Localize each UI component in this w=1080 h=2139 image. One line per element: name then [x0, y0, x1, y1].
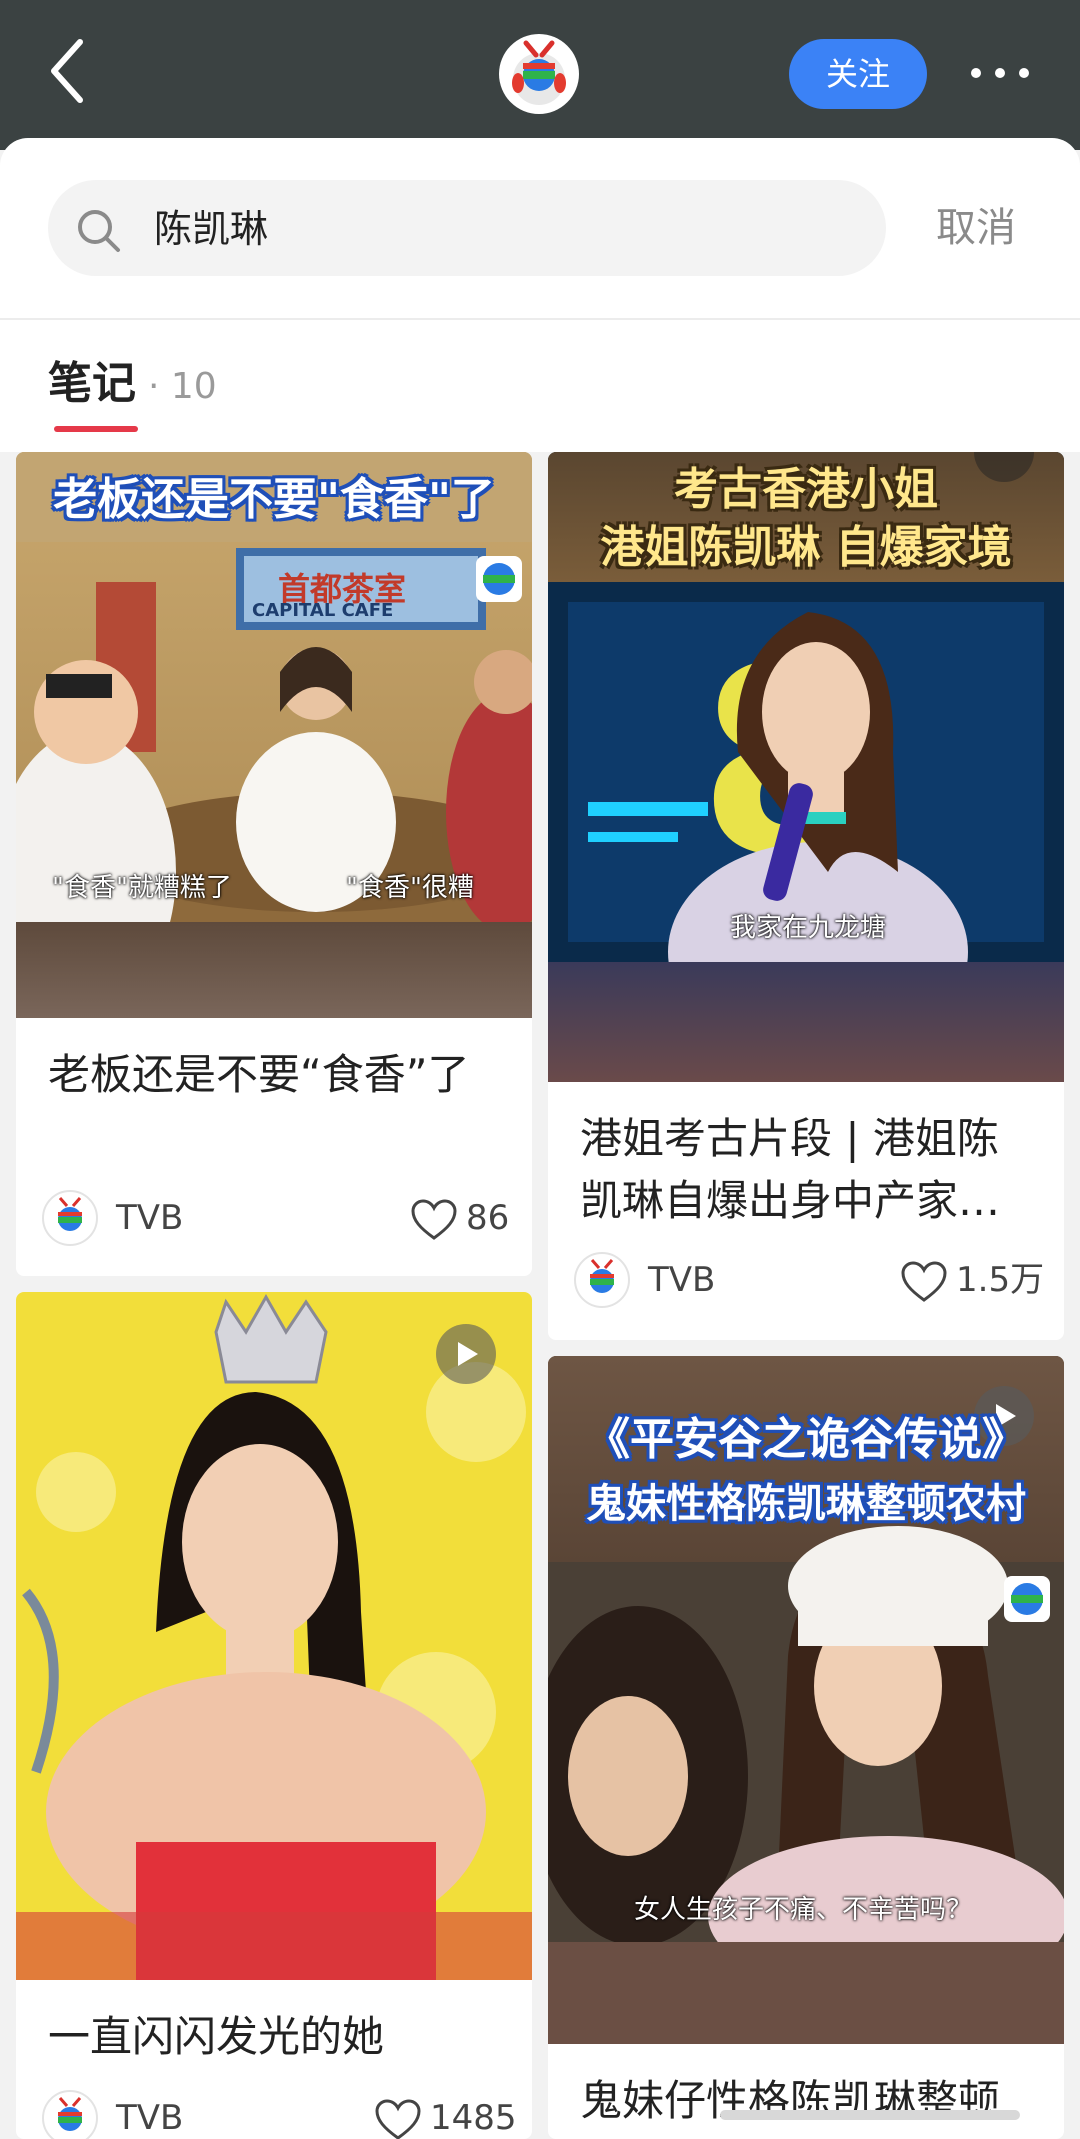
note-title[interactable]: 港姐考古片段 | 港姐陈凯琳自爆出身中产家… [580, 1108, 1040, 1232]
thumbnail-sign-en: CAPITAL CAFE [252, 600, 394, 621]
thumbnail-heading-line2: 港姐陈凯琳 自爆家境 [600, 522, 1012, 573]
author-name[interactable]: TVB [116, 2096, 183, 2139]
thumbnail-heading-line1: 考古香港小姐 [674, 464, 938, 515]
note-card[interactable]: 《平安谷之诡谷传说》 鬼妹性格陈凯琳整顿农村 女人生孩子不痛、不辛苦吗？ 鬼妹仔… [548, 1356, 1064, 2139]
thumbnail-subtitle: 女人生孩子不痛、不辛苦吗？ [634, 1895, 973, 1925]
note-title[interactable]: 老板还是不要“食香”了 [48, 1044, 508, 1106]
note-thumbnail [16, 452, 532, 1018]
search-icon [78, 210, 120, 252]
more-dots-icon[interactable] [968, 58, 1032, 88]
author-name[interactable]: TVB [116, 1196, 183, 1240]
tvb-logo-icon[interactable] [498, 33, 580, 115]
note-card[interactable]: 8 考古香港小姐 港姐陈凯琳 自爆家境 我家在九龙塘 港姐考古片段 | 港姐陈凯… [548, 452, 1064, 1340]
author-avatar[interactable] [574, 1252, 630, 1308]
note-thumbnail [16, 1292, 532, 1980]
author-avatar[interactable] [42, 1190, 98, 1246]
system-home-indicator [720, 2110, 1020, 2120]
follow-button[interactable]: 关注 [789, 39, 927, 109]
thumbnail-subtitle-right: "食香"很糟 [346, 873, 474, 903]
like-count: 86 [466, 1198, 510, 1238]
note-card[interactable]: 老板还是不要"食香"了 首都茶室 CAPITAL CAFE "食香"就糟糕了 "… [16, 452, 532, 1276]
note-card[interactable]: 一直闪闪发光的她 TVB 1485 [16, 1292, 532, 2139]
heart-icon[interactable] [410, 1198, 458, 1242]
heart-icon[interactable] [900, 1260, 948, 1304]
author-name[interactable]: TVB [648, 1258, 715, 1302]
tab-notes[interactable]: 笔记 [48, 356, 136, 412]
tab-active-indicator [54, 426, 138, 432]
top-bar: 关注 [0, 0, 1080, 150]
divider [0, 318, 1080, 320]
author-avatar[interactable] [42, 2090, 98, 2139]
back-chevron-icon[interactable] [44, 36, 94, 106]
heart-icon[interactable] [374, 2098, 422, 2139]
note-title[interactable]: 一直闪闪发光的她 [48, 2006, 508, 2068]
note-title[interactable]: 鬼妹仔性格陈凯琳整顿 [580, 2070, 1040, 2132]
cancel-button[interactable]: 取消 [936, 200, 1016, 256]
thumbnail-heading-line1: 《平安谷之诡谷传说》 [586, 1414, 1026, 1465]
tab-notes-count: · 10 [148, 366, 217, 407]
thumbnail-subtitle-left: "食香"就糟糕了 [52, 873, 232, 903]
thumbnail-subtitle: 我家在九龙塘 [730, 913, 887, 943]
like-count: 1.5万 [956, 1260, 1045, 1300]
like-count: 1485 [430, 2098, 517, 2138]
search-query[interactable]: 陈凯琳 [154, 204, 268, 254]
thumbnail-heading: 老板还是不要"食香"了 [53, 474, 495, 525]
thumbnail-heading-line2: 鬼妹性格陈凯琳整顿农村 [586, 1481, 1026, 1527]
